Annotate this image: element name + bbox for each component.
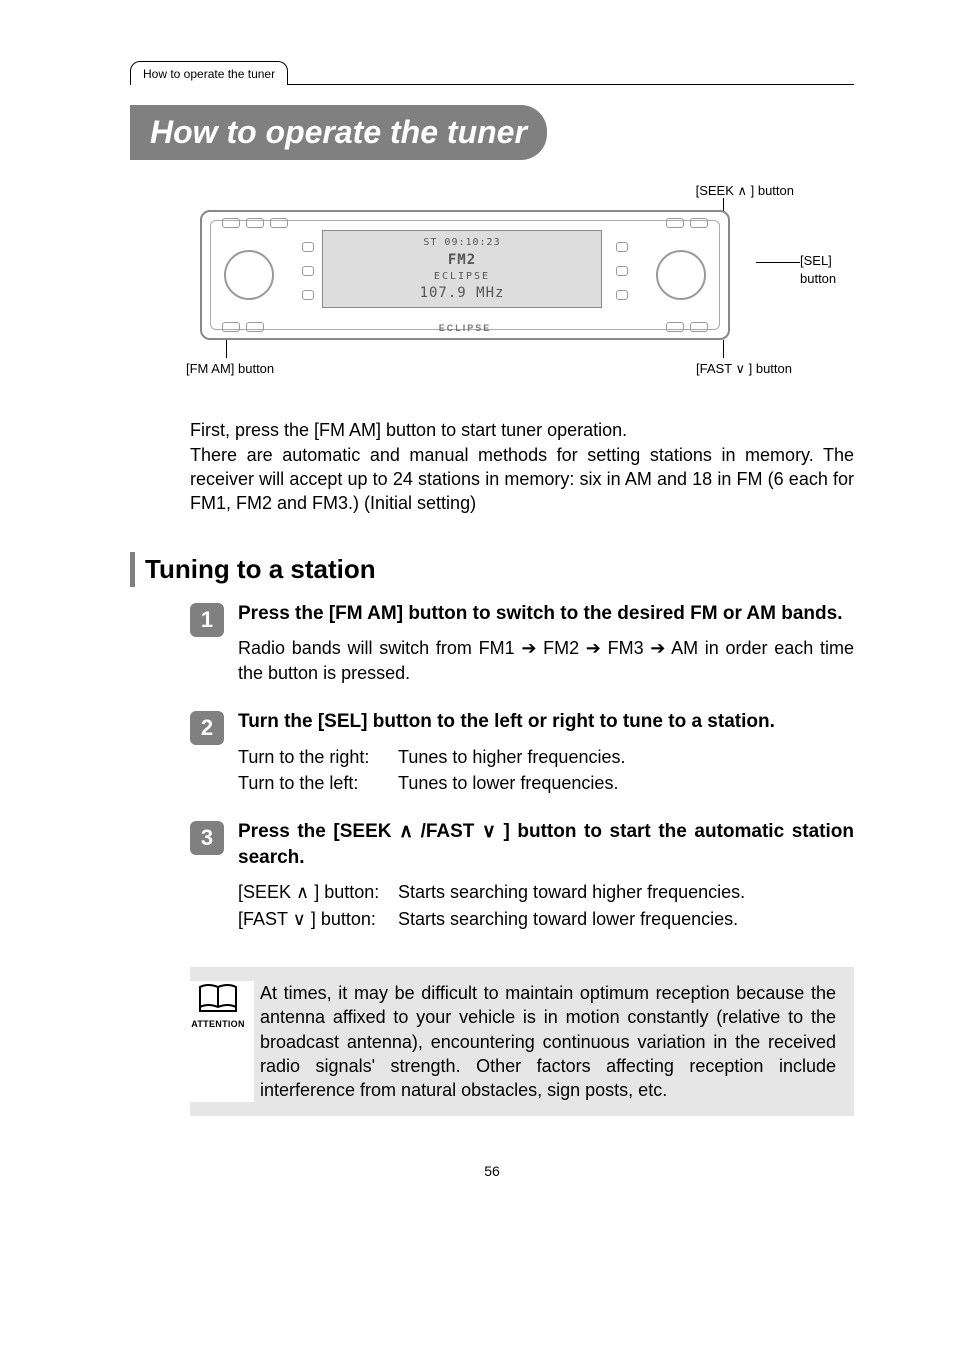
rtn-button bbox=[690, 322, 708, 332]
callout-seek-up: [SEEK ∧ ] button bbox=[696, 182, 794, 200]
device-diagram: [SEEK ∧ ] button [SEL] button ST 09:10:2… bbox=[130, 188, 854, 388]
book-icon bbox=[197, 981, 239, 1015]
preset-5 bbox=[616, 266, 628, 276]
open-button bbox=[270, 218, 288, 228]
page-title: How to operate the tuner bbox=[130, 105, 547, 160]
page-number: 56 bbox=[130, 1162, 854, 1181]
device-brand: ECLIPSE bbox=[439, 322, 492, 334]
step-detail: Turn to the right: Tunes to higher frequ… bbox=[238, 745, 854, 796]
detail-value: Starts searching toward higher frequenci… bbox=[398, 880, 745, 904]
detail-row: Turn to the left: Tunes to lower frequen… bbox=[238, 771, 854, 795]
preset-6 bbox=[616, 290, 628, 300]
callout-line bbox=[756, 262, 800, 263]
step-number: 1 bbox=[190, 603, 224, 637]
detail-label: [SEEK ∧ ] button: bbox=[238, 880, 398, 904]
ecom-button bbox=[246, 218, 264, 228]
detail-row: Turn to the right: Tunes to higher frequ… bbox=[238, 745, 854, 769]
preset-1 bbox=[302, 242, 314, 252]
title-pill-wrapper: How to operate the tuner bbox=[130, 99, 854, 160]
device-faceplate: ST 09:10:23 FM2 ECLIPSE 107.9 MHz ECLIPS… bbox=[200, 210, 730, 340]
disc-button bbox=[222, 218, 240, 228]
step-3: 3 Press the [SEEK ∧ /FAST ∨ ] button to … bbox=[190, 819, 854, 949]
step-number: 3 bbox=[190, 821, 224, 855]
callout-sel: [SEL] button bbox=[800, 252, 860, 287]
detail-value: Tunes to higher frequencies. bbox=[398, 745, 625, 769]
preset-2 bbox=[302, 266, 314, 276]
step-title: Press the [FM AM] button to switch to th… bbox=[238, 601, 854, 627]
screen-line2: FM2 bbox=[448, 251, 476, 270]
screen-line4: 107.9 MHz bbox=[420, 284, 505, 303]
attention-icon-column: ATTENTION bbox=[190, 981, 254, 1102]
attention-label: ATTENTION bbox=[191, 1018, 245, 1030]
fmam-button bbox=[222, 322, 240, 332]
step-body: Press the [SEEK ∧ /FAST ∨ ] button to st… bbox=[238, 819, 854, 949]
detail-label: [FAST ∨ ] button: bbox=[238, 907, 398, 931]
callout-line bbox=[226, 340, 227, 358]
attention-block: ATTENTION At times, it may be difficult … bbox=[190, 967, 854, 1116]
intro-text: First, press the [FM AM] button to start… bbox=[190, 418, 854, 515]
attention-text: At times, it may be difficult to maintai… bbox=[254, 981, 836, 1102]
disp-button bbox=[690, 218, 708, 228]
callout-fm-am: [FM AM] button bbox=[186, 360, 274, 378]
step-detail: [SEEK ∧ ] button: Starts searching towar… bbox=[238, 880, 854, 931]
step-1: 1 Press the [FM AM] button to switch to … bbox=[190, 601, 854, 703]
preset-4 bbox=[616, 242, 628, 252]
screen-line3: ECLIPSE bbox=[434, 270, 490, 284]
header-row: How to operate the tuner bbox=[130, 60, 854, 85]
step-2: 2 Turn the [SEL] button to the left or r… bbox=[190, 709, 854, 813]
header-tab: How to operate the tuner bbox=[130, 61, 288, 85]
callout-fast-down: [FAST ∨ ] button bbox=[696, 360, 792, 378]
detail-value: Tunes to lower frequencies. bbox=[398, 771, 618, 795]
step-number: 2 bbox=[190, 711, 224, 745]
screen-line1: ST 09:10:23 bbox=[423, 236, 500, 250]
device-screen: ST 09:10:23 FM2 ECLIPSE 107.9 MHz bbox=[322, 230, 602, 308]
section-heading: Tuning to a station bbox=[130, 552, 854, 587]
sound-button bbox=[666, 218, 684, 228]
callout-line bbox=[723, 340, 724, 358]
step-title: Turn the [SEL] button to the left or rig… bbox=[238, 709, 854, 735]
step-detail: Radio bands will switch from FM1 ➔ FM2 ➔… bbox=[238, 636, 854, 685]
step-body: Press the [FM AM] button to switch to th… bbox=[238, 601, 854, 703]
func-button bbox=[666, 322, 684, 332]
step-body: Turn the [SEL] button to the left or rig… bbox=[238, 709, 854, 813]
detail-label: Turn to the right: bbox=[238, 745, 398, 769]
pwr-button bbox=[246, 322, 264, 332]
detail-row: [FAST ∨ ] button: Starts searching towar… bbox=[238, 907, 854, 931]
detail-row: [SEEK ∧ ] button: Starts searching towar… bbox=[238, 880, 854, 904]
step-title: Press the [SEEK ∧ /FAST ∨ ] button to st… bbox=[238, 819, 854, 870]
detail-value: Starts searching toward lower frequencie… bbox=[398, 907, 738, 931]
preset-3 bbox=[302, 290, 314, 300]
detail-label: Turn to the left: bbox=[238, 771, 398, 795]
